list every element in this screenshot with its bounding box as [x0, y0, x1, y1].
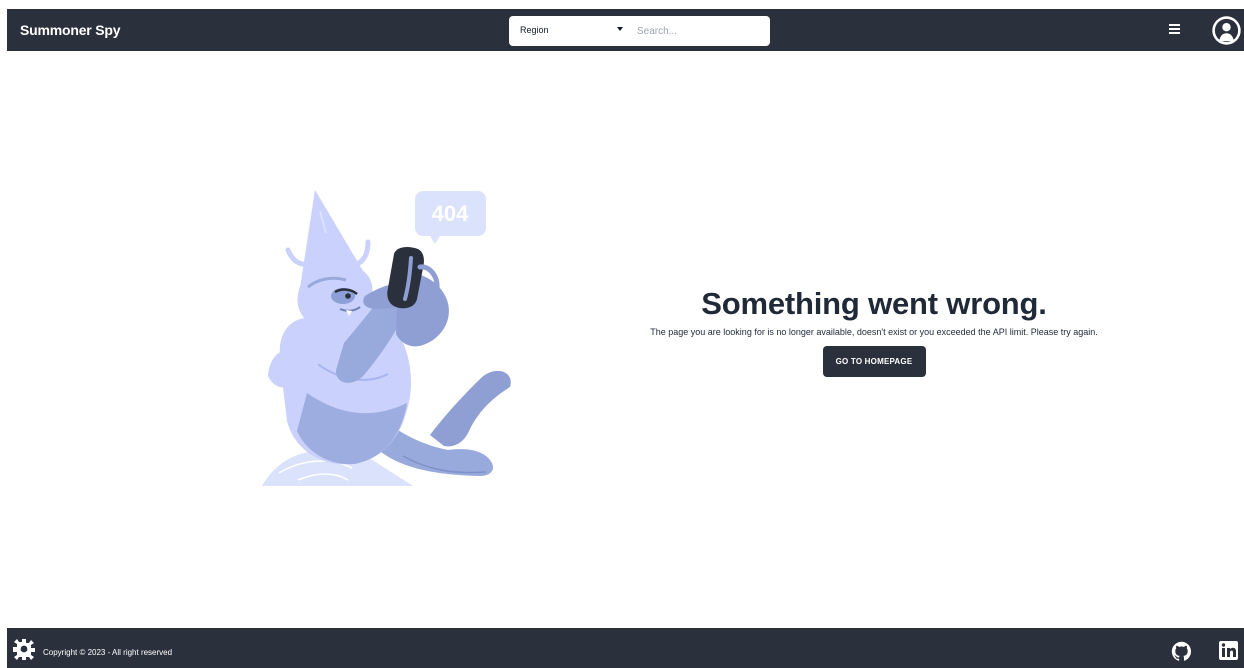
region-select[interactable]: Region: [520, 25, 549, 35]
gear-logo-icon: [13, 639, 35, 660]
search-region-bar: Region: [509, 16, 770, 46]
page: Summoner Spy Region Search... 404 Someth…: [0, 0, 1244, 668]
error-message-panel: Something went wrong. The page you are l…: [634, 286, 1114, 377]
error-description: The page you are looking for is no longe…: [650, 327, 1098, 337]
top-navbar: Summoner Spy Region: [7, 9, 1244, 51]
user-avatar-icon[interactable]: [1211, 15, 1242, 46]
linkedin-icon[interactable]: [1219, 641, 1238, 660]
site-footer: Copyright © 2023 - All right reserved: [7, 628, 1244, 668]
github-icon[interactable]: [1171, 641, 1192, 662]
copyright-text: Copyright © 2023 - All right reserved: [43, 648, 173, 657]
brand-logo-text[interactable]: Summoner Spy: [20, 22, 120, 38]
yeti-404-illustration: 404: [262, 190, 511, 486]
search-input[interactable]: [637, 21, 762, 41]
chevron-down-icon[interactable]: [617, 27, 623, 31]
error-title: Something went wrong.: [701, 286, 1047, 321]
error-code-text: 404: [432, 201, 469, 226]
go-to-homepage-button[interactable]: GO TO HOMEPAGE: [822, 346, 926, 377]
hamburger-menu-icon[interactable]: [1169, 22, 1183, 36]
